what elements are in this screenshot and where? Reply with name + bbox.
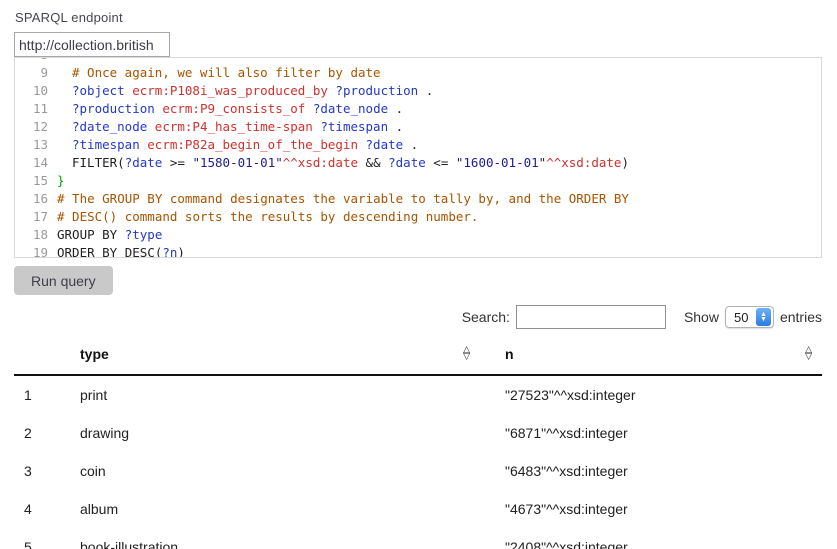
n-cell: "2408"^^xsd:integer bbox=[495, 528, 822, 549]
code-lines: 89# Once again, we will also filter by d… bbox=[15, 57, 821, 258]
n-cell: "6483"^^xsd:integer bbox=[495, 452, 822, 490]
page-size-value: 50 bbox=[726, 310, 748, 325]
page-size-select[interactable]: 50 ▲ ▼ bbox=[725, 306, 774, 328]
code-text: ORDER BY DESC(?n) bbox=[57, 244, 185, 258]
code-line: 12?date_node ecrm:P4_has_time-span ?time… bbox=[15, 118, 821, 136]
type-cell: album bbox=[70, 490, 495, 528]
idx-cell: 1 bbox=[14, 375, 70, 414]
line-number: 17 bbox=[15, 208, 57, 226]
code-line: 17# DESC() command sorts the results by … bbox=[15, 208, 821, 226]
table-row: 3coin"6483"^^xsd:integer bbox=[14, 452, 822, 490]
code-line: 14FILTER(?date >= "1580-01-01"^^xsd:date… bbox=[15, 154, 821, 172]
idx-cell: 3 bbox=[14, 452, 70, 490]
select-stepper-icon: ▲ ▼ bbox=[756, 308, 771, 326]
line-number: 13 bbox=[15, 136, 57, 154]
type-column-label: type bbox=[80, 346, 109, 362]
code-text: # DESC() command sorts the results by de… bbox=[57, 208, 478, 226]
header-type-column[interactable]: type △▽ bbox=[70, 337, 495, 375]
line-number: 9 bbox=[15, 64, 57, 82]
code-text: ?date_node ecrm:P4_has_time-span ?timesp… bbox=[57, 118, 403, 136]
code-text: GROUP BY ?type bbox=[57, 226, 162, 244]
line-number: 10 bbox=[15, 82, 57, 100]
code-line: 9# Once again, we will also filter by da… bbox=[15, 64, 821, 82]
table-controls: Search: Show 50 ▲ ▼ entries bbox=[14, 305, 822, 329]
code-text: } bbox=[57, 172, 65, 190]
code-line: 16# The GROUP BY command designates the … bbox=[15, 190, 821, 208]
sort-icon[interactable]: △▽ bbox=[463, 347, 470, 361]
code-line: 19ORDER BY DESC(?n) bbox=[15, 244, 821, 258]
code-text: # Once again, we will also filter by dat… bbox=[57, 64, 381, 82]
entries-label: entries bbox=[780, 309, 822, 325]
line-number: 14 bbox=[15, 154, 57, 172]
endpoint-label: SPARQL endpoint bbox=[14, 8, 822, 32]
n-cell: "6871"^^xsd:integer bbox=[495, 414, 822, 452]
code-line: 10?object ecrm:P108i_was_produced_by ?pr… bbox=[15, 82, 821, 100]
line-number: 8 bbox=[15, 57, 57, 64]
run-query-button[interactable]: Run query bbox=[14, 266, 113, 295]
results-table: type △▽ n △▽ 1print"27523"^^xsd:integer2… bbox=[14, 337, 822, 549]
line-number: 16 bbox=[15, 190, 57, 208]
table-row: 4album"4673"^^xsd:integer bbox=[14, 490, 822, 528]
code-text: ?timespan ecrm:P82a_begin_of_the_begin ?… bbox=[57, 136, 418, 154]
code-line: 15} bbox=[15, 172, 821, 190]
code-line: 18GROUP BY ?type bbox=[15, 226, 821, 244]
header-index-column bbox=[14, 337, 70, 375]
n-cell: "27523"^^xsd:integer bbox=[495, 375, 822, 414]
table-row: 2drawing"6871"^^xsd:integer bbox=[14, 414, 822, 452]
code-text: ?object ecrm:P108i_was_produced_by ?prod… bbox=[57, 82, 433, 100]
type-cell: drawing bbox=[70, 414, 495, 452]
code-text: ?production ecrm:P9_consists_of ?date_no… bbox=[57, 100, 403, 118]
line-number: 15 bbox=[15, 172, 57, 190]
search-label: Search: bbox=[462, 309, 510, 325]
code-text: FILTER(?date >= "1580-01-01"^^xsd:date &… bbox=[57, 154, 629, 172]
idx-cell: 2 bbox=[14, 414, 70, 452]
sparql-query-page: SPARQL endpoint 89# Once again, we will … bbox=[0, 0, 837, 549]
chevron-down-icon: ▼ bbox=[760, 317, 767, 322]
code-line: 13?timespan ecrm:P82a_begin_of_the_begin… bbox=[15, 136, 821, 154]
table-row: 5book-illustration"2408"^^xsd:integer bbox=[14, 528, 822, 549]
type-cell: coin bbox=[70, 452, 495, 490]
line-number: 11 bbox=[15, 100, 57, 118]
type-cell: book-illustration bbox=[70, 528, 495, 549]
idx-cell: 5 bbox=[14, 528, 70, 549]
code-line: 11?production ecrm:P9_consists_of ?date_… bbox=[15, 100, 821, 118]
sort-icon[interactable]: △▽ bbox=[805, 347, 812, 361]
table-header-row: type △▽ n △▽ bbox=[14, 337, 822, 375]
n-column-label: n bbox=[505, 346, 514, 362]
idx-cell: 4 bbox=[14, 490, 70, 528]
table-row: 1print"27523"^^xsd:integer bbox=[14, 375, 822, 414]
n-cell: "4673"^^xsd:integer bbox=[495, 490, 822, 528]
show-entries-label: Show bbox=[684, 309, 719, 325]
line-number: 12 bbox=[15, 118, 57, 136]
sparql-code-editor[interactable]: 89# Once again, we will also filter by d… bbox=[14, 57, 822, 258]
search-input[interactable] bbox=[516, 305, 666, 329]
code-line: 8 bbox=[15, 57, 821, 64]
code-text: # The GROUP BY command designates the va… bbox=[57, 190, 629, 208]
type-cell: print bbox=[70, 375, 495, 414]
line-number: 19 bbox=[15, 244, 57, 258]
header-n-column[interactable]: n △▽ bbox=[495, 337, 822, 375]
endpoint-input[interactable] bbox=[14, 32, 170, 57]
line-number: 18 bbox=[15, 226, 57, 244]
